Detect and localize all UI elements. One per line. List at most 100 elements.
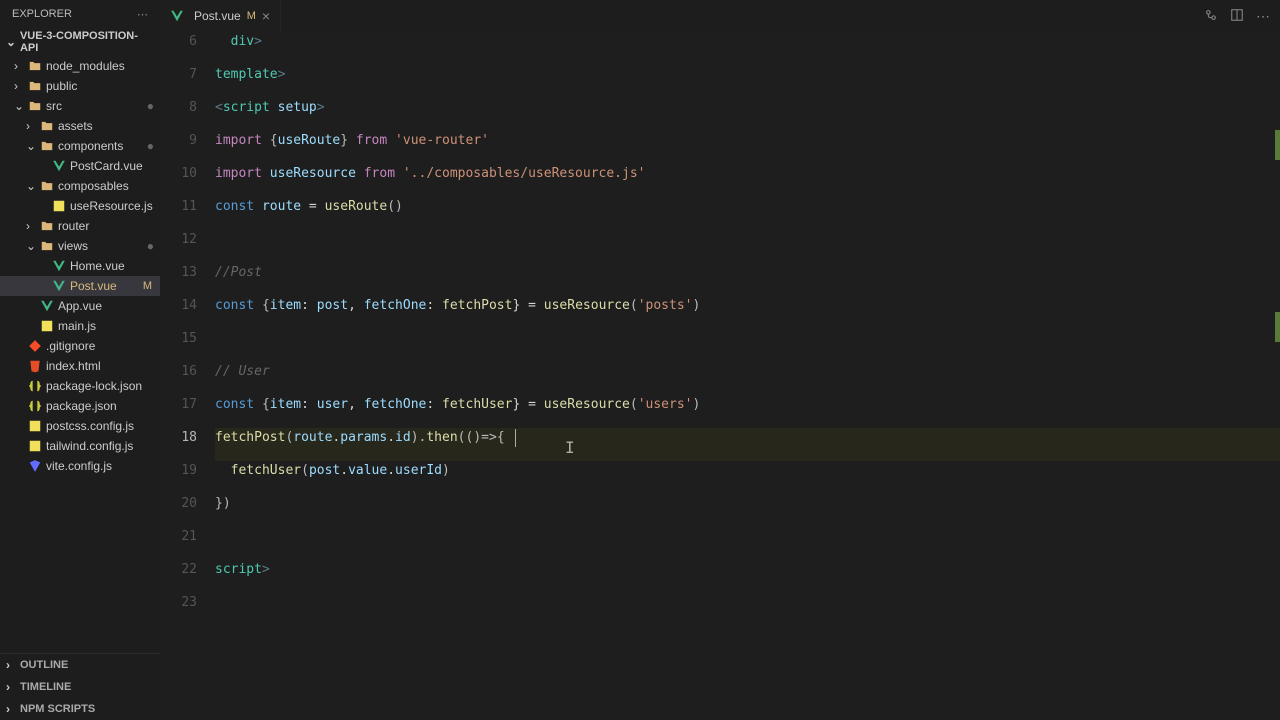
tree-label: public: [46, 79, 160, 93]
split-icon[interactable]: [1230, 8, 1244, 25]
tree-item-package-lock-json[interactable]: package-lock.json: [0, 376, 160, 396]
json-icon: [28, 379, 42, 393]
tree-label: components: [58, 139, 147, 153]
scroll-change-marker: [1275, 312, 1280, 342]
npm-scripts-section[interactable]: ›NPM SCRIPTS: [0, 698, 160, 720]
tree-label: Post.vue: [70, 279, 143, 293]
vue-icon: [170, 9, 184, 23]
tree-item-views[interactable]: ⌄views●: [0, 236, 160, 256]
code-content[interactable]: div>template><script setup>import {useRo…: [215, 32, 1280, 720]
code-line[interactable]: const route = useRoute(): [215, 197, 1280, 230]
tree-label: useResource.js: [70, 199, 160, 213]
folder-icon: [40, 179, 54, 193]
code-line[interactable]: import {useRoute} from 'vue-router': [215, 131, 1280, 164]
html-icon: [28, 359, 42, 373]
code-line[interactable]: div>: [215, 32, 1280, 65]
tree-item-router[interactable]: ›router: [0, 216, 160, 236]
tree-item-package-json[interactable]: package.json: [0, 396, 160, 416]
chevron-icon: ›: [26, 219, 40, 233]
tree-item-post-vue[interactable]: Post.vueM: [0, 276, 160, 296]
tab-actions: ⋯: [1204, 0, 1280, 32]
code-line[interactable]: [215, 329, 1280, 362]
code-line[interactable]: // User: [215, 362, 1280, 395]
code-line[interactable]: }): [215, 494, 1280, 527]
tab-post-vue[interactable]: Post.vue M ×: [160, 0, 281, 32]
code-line[interactable]: fetchUser(post.value.userId): [215, 461, 1280, 494]
js-icon: [28, 439, 42, 453]
chevron-icon: ›: [14, 79, 28, 93]
tree-label: PostCard.vue: [70, 159, 160, 173]
modified-badge: M: [143, 280, 152, 292]
tree-item-assets[interactable]: ›assets: [0, 116, 160, 136]
dot-indicator: ●: [147, 239, 154, 253]
tree-item-home-vue[interactable]: Home.vue: [0, 256, 160, 276]
code-line[interactable]: const {item: user, fetchOne: fetchUser} …: [215, 395, 1280, 428]
tree-item-src[interactable]: ⌄src●: [0, 96, 160, 116]
folder-icon: [40, 119, 54, 133]
tree-label: src: [46, 99, 147, 113]
tree-item-tailwind-config-js[interactable]: tailwind.config.js: [0, 436, 160, 456]
json-icon: [28, 399, 42, 413]
code-line[interactable]: import useResource from '../composables/…: [215, 164, 1280, 197]
scrollbar-minimap[interactable]: [1268, 32, 1280, 720]
folder-icon: [40, 239, 54, 253]
compare-icon[interactable]: [1204, 8, 1218, 25]
tree-item-composables[interactable]: ⌄composables: [0, 176, 160, 196]
vue-icon: [52, 159, 66, 173]
code-line[interactable]: fetchPost(route.params.id).then(()=>{I: [215, 428, 1280, 461]
js-icon: [52, 199, 66, 213]
project-header[interactable]: ⌄ VUE-3-COMPOSITION-API: [0, 28, 160, 56]
tree-item-vite-config-js[interactable]: vite.config.js: [0, 456, 160, 476]
folder-icon: [40, 139, 54, 153]
code-line[interactable]: //Post: [215, 263, 1280, 296]
close-icon[interactable]: ×: [262, 8, 270, 24]
chevron-icon: ⌄: [14, 99, 28, 113]
tree-label: vite.config.js: [46, 459, 160, 473]
code-line[interactable]: [215, 593, 1280, 626]
more-icon[interactable]: ⋯: [137, 8, 148, 21]
tab-modified-indicator: M: [247, 10, 256, 22]
code-line[interactable]: script>: [215, 560, 1280, 593]
folder-icon: [40, 219, 54, 233]
folder-icon: [28, 59, 42, 73]
tree-item--gitignore[interactable]: .gitignore: [0, 336, 160, 356]
explorer-header: EXPLORER ⋯: [0, 0, 160, 28]
folder-icon: [28, 99, 42, 113]
chevron-icon: ›: [26, 119, 40, 133]
project-name: VUE-3-COMPOSITION-API: [20, 30, 156, 54]
outline-section[interactable]: ›OUTLINE: [0, 654, 160, 676]
tree-item-postcss-config-js[interactable]: postcss.config.js: [0, 416, 160, 436]
editor-area: Post.vue M × ⋯ 6789101112131415161718192…: [160, 0, 1280, 720]
timeline-section[interactable]: ›TIMELINE: [0, 676, 160, 698]
code-line[interactable]: <script setup>: [215, 98, 1280, 131]
code-editor[interactable]: 67891011121314151617181920212223 div>tem…: [160, 32, 1280, 720]
dot-indicator: ●: [147, 139, 154, 153]
explorer-title: EXPLORER: [12, 8, 72, 20]
tree-label: index.html: [46, 359, 160, 373]
tree-label: composables: [58, 179, 160, 193]
tree-label: node_modules: [46, 59, 160, 73]
tree-item-postcard-vue[interactable]: PostCard.vue: [0, 156, 160, 176]
chevron-icon: ›: [14, 59, 28, 73]
tree-item-public[interactable]: › public: [0, 76, 160, 96]
js-icon: [28, 419, 42, 433]
vue-icon: [52, 279, 66, 293]
code-line[interactable]: const {item: post, fetchOne: fetchPost} …: [215, 296, 1280, 329]
tree-label: tailwind.config.js: [46, 439, 160, 453]
git-icon: [28, 339, 42, 353]
tree-item-useresource-js[interactable]: useResource.js: [0, 196, 160, 216]
tree-item-app-vue[interactable]: App.vue: [0, 296, 160, 316]
tree-item-node-modules[interactable]: › node_modules: [0, 56, 160, 76]
more-icon[interactable]: ⋯: [1256, 8, 1270, 25]
tree-item-index-html[interactable]: index.html: [0, 356, 160, 376]
js-icon: [40, 319, 54, 333]
tree-item-components[interactable]: ⌄components●: [0, 136, 160, 156]
code-line[interactable]: [215, 230, 1280, 263]
tree-item-main-js[interactable]: main.js: [0, 316, 160, 336]
chevron-icon: ⌄: [26, 239, 40, 253]
tree-label: package-lock.json: [46, 379, 160, 393]
tree-label: main.js: [58, 319, 160, 333]
tree-label: Home.vue: [70, 259, 160, 273]
code-line[interactable]: [215, 527, 1280, 560]
code-line[interactable]: template>: [215, 65, 1280, 98]
